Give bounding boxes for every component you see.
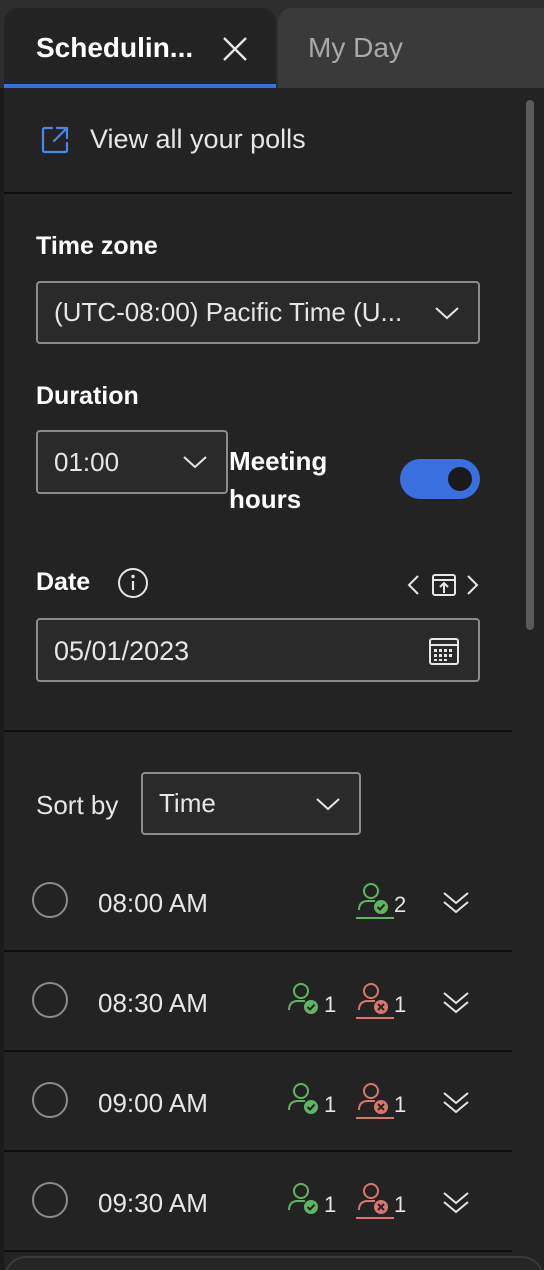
bottom-card-edge [4,1256,544,1270]
close-icon[interactable] [220,34,250,64]
divider [4,1250,512,1252]
declined-count: 1 [394,1192,407,1217]
time-slot-row[interactable]: 08:30 AM 1 1 [4,952,512,1052]
date-field[interactable]: 05/01/2023 [36,618,480,682]
chevron-down-icon [183,456,207,469]
time-slot-radio[interactable] [32,1082,68,1118]
expand-icon[interactable] [441,890,471,916]
chevron-down-icon [316,797,340,810]
sort-by-value: Time [159,788,216,818]
scrollbar-thumb[interactable] [526,100,534,630]
date-label: Date [36,568,91,596]
chevron-right-icon[interactable] [462,573,482,597]
meeting-hours-label-line1: Meeting [229,446,328,476]
accepted-count: 1 [324,1192,337,1217]
view-all-polls-link[interactable]: View all your polls [40,124,306,155]
time-slot-time: 08:30 AM [98,988,208,1018]
tab-scheduling-label: Schedulin... [36,32,194,63]
time-slot-row[interactable]: 09:00 AM 1 1 [4,1052,512,1152]
time-zone-value: (UTC-08:00) Pacific Time (U... [54,297,403,327]
time-slot-time: 09:30 AM [98,1188,208,1218]
accepted-attendee-icon [356,883,394,919]
declined-attendee-icon [356,983,394,1019]
declined-attendee-icon [356,1183,394,1219]
tab-scheduling[interactable]: Schedulin... [4,8,276,88]
declined-attendee-icon [356,1083,394,1119]
chevron-left-icon[interactable] [404,573,424,597]
chevron-down-icon [435,306,459,319]
accepted-count: 1 [324,992,337,1017]
time-slot-radio[interactable] [32,982,68,1018]
duration-label: Duration [36,382,139,410]
meeting-hours-label: Meeting hours [229,442,327,518]
duration-select[interactable]: 01:00 [36,430,228,494]
time-zone-select[interactable]: (UTC-08:00) Pacific Time (U... [36,281,480,344]
divider [4,730,512,732]
time-slot-radio[interactable] [32,1182,68,1218]
go-to-today-icon[interactable] [430,571,458,599]
meeting-hours-label-line2: hours [229,484,302,514]
accepted-attendee-icon [288,983,318,1014]
meeting-hours-toggle[interactable] [400,459,480,499]
declined-count: 1 [394,992,407,1017]
expand-icon[interactable] [441,990,471,1016]
time-slot-row[interactable]: 08:00 AM 2 [4,852,512,952]
sort-by-select[interactable]: Time [141,772,361,835]
date-value: 05/01/2023 [54,636,190,666]
declined-count: 1 [394,1092,407,1117]
time-slot-row[interactable]: 09:30 AM 1 1 [4,1152,512,1252]
accepted-attendee-icon [288,1183,318,1214]
accepted-count: 2 [394,892,407,917]
tab-my-day-label: My Day [308,32,403,63]
accepted-attendee-icon [288,1083,318,1114]
sort-by-label: Sort by [36,790,119,820]
expand-icon[interactable] [441,1090,471,1116]
divider [4,192,512,194]
time-slot-time: 08:00 AM [98,888,208,918]
view-all-polls-label: View all your polls [90,124,306,154]
calendar-icon[interactable] [428,636,460,666]
time-slot-radio[interactable] [32,882,68,918]
info-icon[interactable] [117,567,149,599]
toggle-knob [448,467,472,491]
duration-value: 01:00 [54,446,120,477]
time-zone-label: Time zone [36,232,158,260]
accepted-count: 1 [324,1092,337,1117]
open-external-icon [41,126,69,153]
tab-bar: Schedulin... My Day [0,0,544,88]
expand-icon[interactable] [441,1190,471,1216]
time-slot-time: 09:00 AM [98,1088,208,1118]
tab-my-day[interactable]: My Day [278,8,544,88]
